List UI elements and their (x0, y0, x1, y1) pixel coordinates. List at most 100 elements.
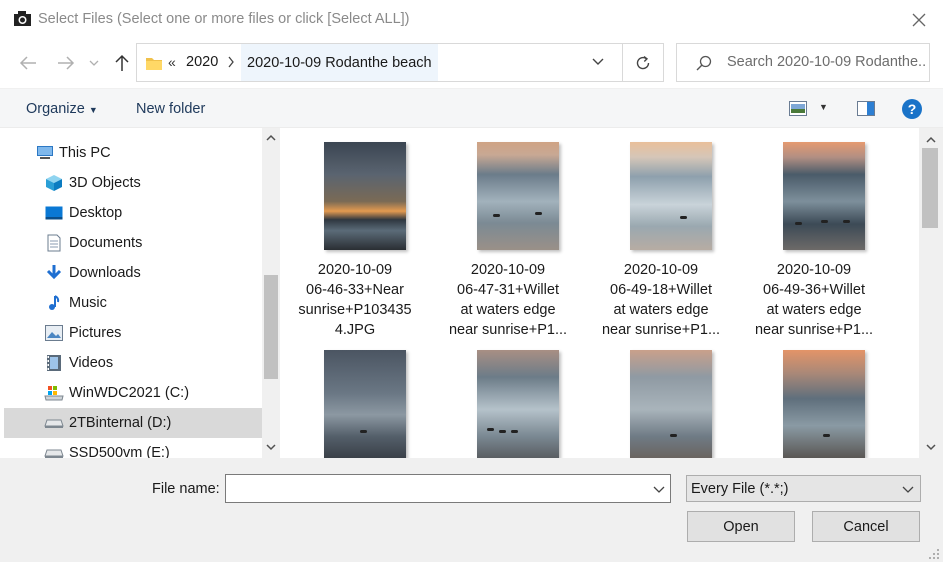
music-icon (44, 293, 64, 313)
recent-locations-chevron-icon[interactable] (86, 52, 102, 74)
file-thumbnail (477, 350, 559, 458)
file-name-input[interactable] (225, 474, 671, 503)
navigation-pane: This PC 3D Objects Desktop Documents Downloa… (4, 128, 262, 458)
file-list: 2020-10-09 06-46-33+Near sunrise+P103435 4.… (282, 128, 919, 458)
file-item[interactable] (433, 350, 583, 458)
sidebar-item-3d-objects[interactable]: 3D Objects (4, 168, 262, 198)
scroll-up-arrow-icon[interactable] (266, 134, 276, 141)
file-name: 2020-10-09 06-47-31+Willet at waters edge n… (433, 260, 583, 340)
file-name-line: 2020-10-09 (317, 262, 393, 278)
file-name-line: 2020-10-09 (776, 262, 852, 278)
refresh-button[interactable] (622, 43, 664, 82)
file-name: 2020-10-09 06-49-36+Willet at waters edge n… (739, 260, 889, 340)
search-input[interactable]: Search 2020-10-09 Rodanthe... (727, 54, 927, 70)
resize-grip-icon[interactable] (928, 548, 940, 560)
sidebar-item-videos[interactable]: Videos (4, 348, 262, 378)
close-icon[interactable] (906, 8, 932, 32)
new-folder-button[interactable]: New folder (136, 101, 205, 117)
sidebar-item-desktop[interactable]: Desktop (4, 198, 262, 228)
file-name-line: 2020-10-09 (470, 262, 546, 278)
file-item[interactable]: 2020-10-09 06-47-31+Willet at waters edge n… (433, 142, 583, 347)
file-name-line: 06-47-31+Willet (457, 282, 559, 298)
file-item[interactable]: 2020-10-09 06-46-33+Near sunrise+P103435 4.… (282, 142, 430, 347)
drive-icon (44, 413, 64, 433)
svg-text:?: ? (908, 101, 917, 117)
scroll-down-arrow-icon[interactable] (926, 444, 936, 451)
file-item[interactable] (282, 350, 430, 458)
sidebar-item-winwdc2021-c[interactable]: WinWDC2021 (C:) (4, 378, 262, 408)
overflow-chevron[interactable]: « (168, 54, 176, 70)
scroll-down-arrow-icon[interactable] (266, 444, 276, 451)
view-options-icon[interactable] (789, 101, 807, 116)
address-dropdown-icon[interactable] (591, 54, 605, 68)
file-thumbnail (324, 142, 406, 250)
file-name-line: 06-49-18+Willet (610, 282, 712, 298)
sidebar-item-2tbinternal-d[interactable]: 2TBinternal (D:) (4, 408, 262, 438)
address-bar[interactable]: « 2020 2020-10-09 Rodanthe beach (136, 43, 623, 82)
bird-silhouette (795, 222, 802, 225)
sidebar-item-label: 3D Objects (69, 175, 141, 191)
sidebar-item-label: SSD500vm (E:) (69, 445, 170, 458)
bird-silhouette (499, 430, 506, 433)
search-box[interactable]: Search 2020-10-09 Rodanthe... (676, 43, 930, 82)
organize-label: Organize (26, 101, 85, 117)
preview-pane-icon[interactable] (857, 101, 875, 116)
breadcrumb-2020[interactable]: 2020 (186, 54, 218, 70)
file-name-line: 06-49-36+Willet (763, 282, 865, 298)
file-thumbnail (783, 142, 865, 250)
file-item[interactable]: 2020-10-09 06-49-18+Willet at waters edge n… (586, 142, 736, 347)
file-name-dropdown-icon[interactable] (653, 484, 665, 494)
organize-dropdown-icon: ▼ (88, 105, 98, 115)
sidebar-item-this-pc[interactable]: This PC (4, 138, 262, 168)
file-name-line: at waters edge (766, 302, 862, 318)
sidebar-scroll-thumb[interactable] (264, 275, 278, 379)
sidebar-item-documents[interactable]: Documents (4, 228, 262, 258)
bird-silhouette (670, 434, 677, 437)
sidebar-item-label: Downloads (69, 265, 141, 281)
search-icon (696, 55, 712, 71)
file-name-line: at waters edge (460, 302, 556, 318)
file-list-scroll-thumb[interactable] (922, 148, 938, 228)
file-thumbnail (324, 350, 406, 458)
file-item[interactable] (586, 350, 736, 458)
file-name-line: 4.JPG (334, 322, 376, 338)
sidebar-item-ssd500vm-e[interactable]: SSD500vm (E:) (4, 438, 262, 458)
sidebar-item-label: 2TBinternal (D:) (69, 415, 172, 431)
file-item[interactable]: 2020-10-09 06-49-36+Willet at waters edge n… (739, 142, 889, 347)
file-type-select[interactable]: Every File (*.*;) (686, 475, 921, 502)
file-name: 2020-10-09 06-46-33+Near sunrise+P103435 4.… (282, 260, 430, 340)
sidebar-item-pictures[interactable]: Pictures (4, 318, 262, 348)
folder-icon (146, 58, 162, 70)
title-bar: Select Files (Select one or more files o… (0, 0, 943, 40)
file-name-line: near sunrise+P1... (754, 322, 874, 338)
file-name-line: sunrise+P103435 (298, 302, 412, 318)
sidebar-item-label: Pictures (69, 325, 122, 341)
up-arrow-icon[interactable] (111, 52, 133, 74)
sidebar-item-music[interactable]: Music (4, 288, 262, 318)
view-dropdown-icon[interactable]: ▼ (819, 102, 828, 112)
forward-arrow-icon[interactable] (55, 52, 77, 74)
sidebar-item-downloads[interactable]: Downloads (4, 258, 262, 288)
file-type-dropdown-icon[interactable] (902, 484, 914, 494)
bird-silhouette (511, 430, 518, 433)
breadcrumb-current-folder[interactable]: 2020-10-09 Rodanthe beach (241, 44, 438, 81)
scroll-up-arrow-icon[interactable] (926, 136, 936, 143)
bird-silhouette (493, 214, 500, 217)
back-arrow-icon[interactable] (17, 52, 39, 74)
sidebar-item-label: Videos (69, 355, 114, 371)
file-list-scrollbar[interactable] (919, 128, 943, 458)
sidebar-item-label: Documents (69, 235, 143, 251)
sidebar-item-label: WinWDC2021 (C:) (69, 385, 190, 401)
sidebar-scrollbar[interactable] (262, 128, 280, 458)
breadcrumb-separator-icon[interactable] (227, 56, 235, 68)
file-name-line: 2020-10-09 (623, 262, 699, 278)
documents-icon (44, 233, 64, 253)
file-item[interactable] (739, 350, 889, 458)
organize-menu[interactable]: Organize ▼ (26, 101, 98, 117)
open-button[interactable]: Open (687, 511, 795, 542)
sidebar-item-label: This PC (59, 145, 111, 161)
help-icon[interactable]: ? (901, 98, 923, 120)
bird-silhouette (680, 216, 687, 219)
sidebar-item-label: Desktop (69, 205, 123, 221)
cancel-button[interactable]: Cancel (812, 511, 920, 542)
